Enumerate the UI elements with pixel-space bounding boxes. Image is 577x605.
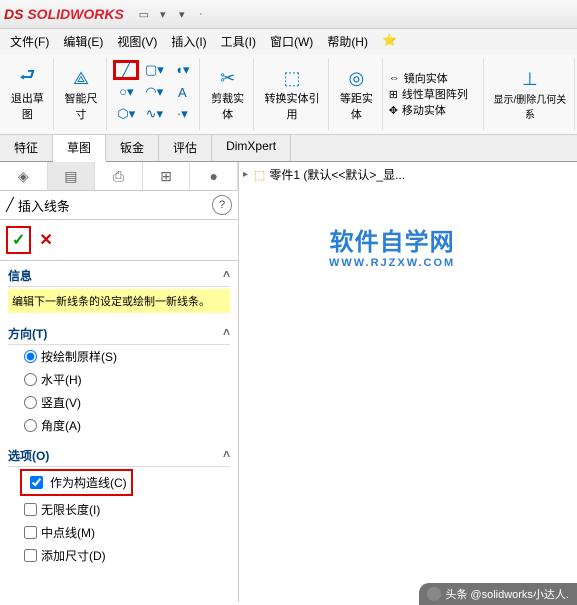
main-area: ◈ ▤ ⎙ ⊞ ● ╱ 插入线条 ? ✓ ✕ 信息 ˄ 编辑下一新线条的设定或绘制… xyxy=(0,162,577,602)
ribbon: ⮐ 退出草图 ⟁ 智能尺寸 ╱ ▢▾ ◖▾ ○▾ ◠▾ A ⬡▾ ∿▾ ·▾ ✂… xyxy=(0,54,577,135)
line-icon: ╱ xyxy=(6,197,14,213)
collapse-icon[interactable]: ˄ xyxy=(223,267,230,284)
radio-horizontal[interactable]: 水平(H) xyxy=(8,368,230,391)
move-icon[interactable]: ✥ xyxy=(389,104,398,117)
trim-icon: ✂ xyxy=(216,66,240,90)
panel-tabs: ◈ ▤ ⎙ ⊞ ● xyxy=(0,162,238,191)
section-info: 信息 ˄ 编辑下一新线条的设定或绘制一新线条。 xyxy=(0,261,238,319)
menu-edit[interactable]: 编辑(E) xyxy=(57,31,109,52)
menu-file[interactable]: 文件(F) xyxy=(4,31,55,52)
part-icon: ⬚ xyxy=(254,168,265,182)
tab-sketch[interactable]: 草图 xyxy=(53,135,106,162)
open-icon[interactable]: ▾ xyxy=(155,6,171,22)
radio-vertical[interactable]: 竖直(V) xyxy=(8,391,230,414)
panel-tab-dim-icon[interactable]: ⊞ xyxy=(143,162,191,190)
panel-tab-feature-icon[interactable]: ◈ xyxy=(0,162,48,190)
offset-button[interactable]: ◎ 等距实体 xyxy=(331,58,383,130)
exit-sketch-button[interactable]: ⮐ 退出草图 xyxy=(2,58,54,130)
relations-icon: ⊥ xyxy=(518,67,542,91)
tab-dimxpert[interactable]: DimXpert xyxy=(212,135,291,161)
menu-window[interactable]: 窗口(W) xyxy=(264,31,319,52)
menu-view[interactable]: 视图(V) xyxy=(111,31,163,52)
trim-button[interactable]: ✂ 剪裁实体 xyxy=(202,58,254,130)
property-panel: ◈ ▤ ⎙ ⊞ ● ╱ 插入线条 ? ✓ ✕ 信息 ˄ 编辑下一新线条的设定或绘制… xyxy=(0,162,239,602)
section-dir-title: 方向(T) xyxy=(8,325,47,342)
app-logo: DS SOLIDWORKS xyxy=(4,6,124,22)
section-direction: 方向(T) ˄ 按绘制原样(S) 水平(H) 竖直(V) 角度(A) xyxy=(0,319,238,441)
checkbox-construction[interactable] xyxy=(30,476,43,489)
ok-button[interactable]: ✓ xyxy=(12,230,25,250)
tab-feature[interactable]: 特征 xyxy=(0,135,53,161)
quick-access-toolbar: ▭ ▾ ▾ · xyxy=(136,6,209,22)
confirm-row: ✓ ✕ xyxy=(0,220,238,261)
ok-highlight: ✓ xyxy=(6,226,31,254)
pattern-icon[interactable]: ⊞ xyxy=(389,88,398,101)
convert-icon: ⬚ xyxy=(280,66,304,90)
dimension-icon: ⟁ xyxy=(69,66,93,90)
menu-search-icon[interactable]: ⭐ xyxy=(376,31,403,52)
convert-button[interactable]: ⬚ 转换实体引用 xyxy=(256,58,329,130)
watermark-url: WWW.RJZXW.COM xyxy=(329,257,455,269)
menu-tools[interactable]: 工具(I) xyxy=(215,31,262,52)
watermark-title: 软件自学网 xyxy=(329,222,455,257)
new-icon[interactable]: ▭ xyxy=(136,6,152,22)
save-icon[interactable]: ▾ xyxy=(174,6,190,22)
cancel-button[interactable]: ✕ xyxy=(39,230,52,250)
panel-tab-property-icon[interactable]: ▤ xyxy=(48,162,96,190)
menu-insert[interactable]: 插入(I) xyxy=(165,31,212,52)
graphics-area[interactable]: ▸ ⬚ 零件1 (默认<<默认>_显... 软件自学网 WWW.RJZXW.CO… xyxy=(239,162,577,602)
checkbox-add-dim[interactable]: 添加尺寸(D) xyxy=(8,544,230,567)
display-relations-button[interactable]: ⊥ 显示/删除几何关系 xyxy=(486,58,575,130)
tab-evaluate[interactable]: 评估 xyxy=(159,135,212,161)
panel-header: ╱ 插入线条 ? xyxy=(0,191,238,220)
radio-as-sketched[interactable]: 按绘制原样(S) xyxy=(8,345,230,368)
menu-bar: 文件(F) 编辑(E) 视图(V) 插入(I) 工具(I) 窗口(W) 帮助(H… xyxy=(0,29,577,54)
help-icon[interactable]: ? xyxy=(212,195,232,215)
checkbox-midpoint[interactable]: 中点线(M) xyxy=(8,521,230,544)
radio-angle[interactable]: 角度(A) xyxy=(8,414,230,437)
panel-tab-config-icon[interactable]: ⎙ xyxy=(95,162,143,190)
checkbox-infinite[interactable]: 无限长度(I) xyxy=(8,498,230,521)
construction-highlight: 作为构造线(C) xyxy=(20,469,133,496)
watermark: 软件自学网 WWW.RJZXW.COM xyxy=(329,222,455,269)
exit-sketch-icon: ⮐ xyxy=(15,66,39,90)
footer-text: 头条 @solidworks小达人. xyxy=(445,586,569,602)
command-tabs: 特征 草图 钣金 评估 DimXpert xyxy=(0,135,577,162)
smart-dimension-button[interactable]: ⟁ 智能尺寸 xyxy=(56,58,108,130)
pattern-group: ⇔镜向实体 ⊞线性草图阵列 ✥移动实体 xyxy=(385,58,484,130)
panel-tab-appearance-icon[interactable]: ● xyxy=(190,162,238,190)
expand-icon[interactable]: ▸ xyxy=(243,169,248,180)
slot-tool-icon[interactable]: ◖▾ xyxy=(169,60,195,80)
collapse-icon[interactable]: ˄ xyxy=(223,447,230,464)
sketch-tools-grid: ╱ ▢▾ ◖▾ ○▾ ◠▾ A ⬡▾ ∿▾ ·▾ xyxy=(109,58,200,130)
title-bar: DS SOLIDWORKS ▭ ▾ ▾ · xyxy=(0,0,577,29)
attribution-footer: 头条 @solidworks小达人. xyxy=(419,583,577,605)
circle-tool-icon[interactable]: ○▾ xyxy=(113,82,139,102)
more-icon[interactable]: · xyxy=(193,6,209,22)
feature-tree-flyout[interactable]: ▸ ⬚ 零件1 (默认<<默认>_显... xyxy=(243,166,405,183)
text-tool-icon[interactable]: A xyxy=(169,82,195,102)
arc-tool-icon[interactable]: ◠▾ xyxy=(141,82,167,102)
rect-tool-icon[interactable]: ▢▾ xyxy=(141,60,167,80)
section-opts-title: 选项(O) xyxy=(8,447,49,464)
mirror-icon[interactable]: ⇔ xyxy=(389,72,400,84)
section-options: 选项(O) ˄ 作为构造线(C) 无限长度(I) 中点线(M) 添加尺寸(D) xyxy=(0,441,238,571)
tab-sheetmetal[interactable]: 钣金 xyxy=(106,135,159,161)
info-text: 编辑下一新线条的设定或绘制一新线条。 xyxy=(8,289,230,313)
avatar-icon xyxy=(427,587,441,601)
spline-tool-icon[interactable]: ∿▾ xyxy=(141,104,167,124)
collapse-icon[interactable]: ˄ xyxy=(223,325,230,342)
polygon-tool-icon[interactable]: ⬡▾ xyxy=(113,104,139,124)
menu-help[interactable]: 帮助(H) xyxy=(321,31,374,52)
part-name: 零件1 (默认<<默认>_显... xyxy=(269,166,405,183)
section-info-title: 信息 xyxy=(8,267,32,284)
offset-icon: ◎ xyxy=(344,66,368,90)
line-tool-button[interactable]: ╱ xyxy=(113,60,139,80)
point-tool-icon[interactable]: ·▾ xyxy=(169,104,195,124)
panel-title: 插入线条 xyxy=(18,196,212,215)
